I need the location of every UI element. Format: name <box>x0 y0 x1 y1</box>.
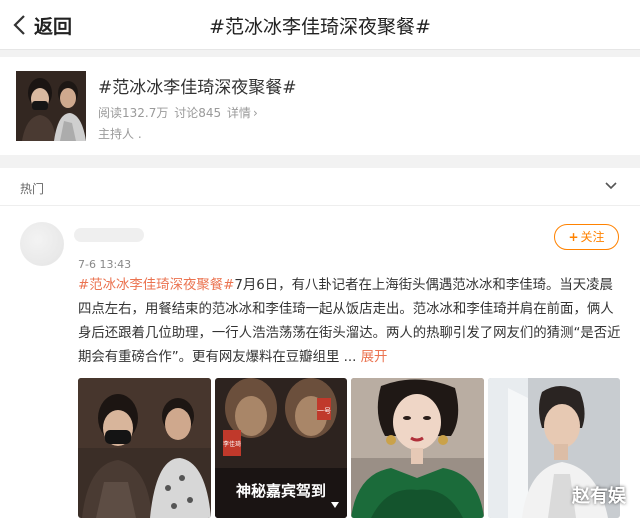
username-blurred[interactable] <box>74 228 144 242</box>
photo-1[interactable] <box>78 378 211 518</box>
photo-3[interactable] <box>351 378 484 518</box>
plus-icon: + <box>568 230 579 244</box>
discussion-count: 讨论845 <box>174 106 222 120</box>
details-link[interactable]: 详情 › <box>227 106 258 120</box>
page-title: #范冰冰李佳琦深夜聚餐# <box>209 16 431 38</box>
topic-title: #范冰冰李佳琦深夜聚餐# <box>98 78 297 98</box>
chevron-down-icon[interactable] <box>604 179 618 193</box>
topic-stats: 阅读132.7万 讨论845 详情 › <box>98 104 258 121</box>
top-bar: 返回 #范冰冰李佳琦深夜聚餐# <box>0 0 640 50</box>
photo-grid: 一号 李佳琦 神秘嘉宾驾到 <box>78 378 620 518</box>
post-hashtag[interactable]: #范冰冰李佳琦深夜聚餐# <box>78 278 234 293</box>
post-body: #范冰冰李佳琦深夜聚餐#7月6日，有八卦记者在上海街头偶遇范冰冰和李佳琦。当天凌… <box>78 274 626 370</box>
topic-host: 主持人 . <box>98 127 142 141</box>
follow-label: 关注 <box>580 230 605 244</box>
avatar[interactable] <box>20 222 64 266</box>
chevron-right-icon: › <box>252 106 258 120</box>
post-time: 7-6 13:43 <box>78 258 132 271</box>
photo-2[interactable]: 一号 李佳琦 神秘嘉宾驾到 <box>214 378 347 518</box>
photo-caption: 神秘嘉宾驾到 <box>235 482 325 500</box>
photo-tag-2: 李佳琦 <box>222 440 240 448</box>
watermark: 赵有娱 <box>572 486 626 507</box>
expand-link[interactable]: 展开 <box>361 350 388 365</box>
topic-card[interactable]: #范冰冰李佳琦深夜聚餐# 阅读132.7万 讨论845 详情 › 主持人 . <box>0 57 640 155</box>
follow-button[interactable]: + 关注 <box>554 224 619 250</box>
photo-tag-1: 一号 <box>317 407 331 415</box>
topic-thumbnail <box>16 71 86 141</box>
hot-section-header: 热门 <box>0 168 640 206</box>
read-count: 阅读132.7万 <box>98 106 169 120</box>
details-label: 详情 <box>226 106 251 120</box>
feed: 热门 7-6 13:43 + 关注 #范冰冰李佳琦深夜聚餐#7月6日，有八卦记者在… <box>0 168 640 518</box>
hot-label: 热门 <box>20 182 45 196</box>
